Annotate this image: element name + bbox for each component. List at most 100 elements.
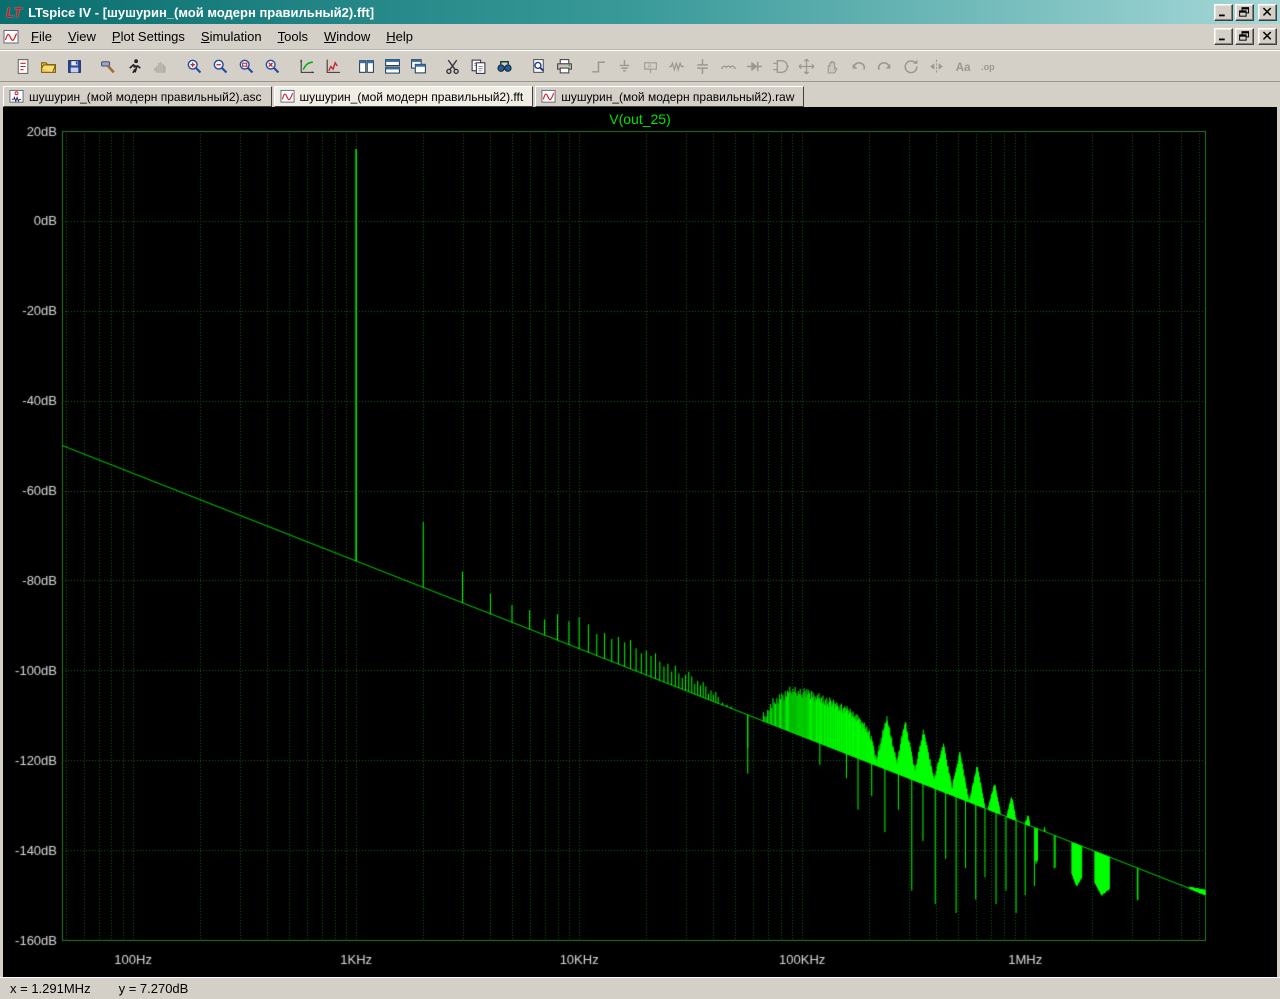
zoom-back-button[interactable] — [208, 54, 233, 78]
cascade-windows-button[interactable] — [406, 54, 431, 78]
plot-area: V(out_25) — [3, 107, 1277, 977]
redo-button — [872, 54, 897, 78]
cut-icon — [444, 58, 461, 75]
print-icon — [556, 58, 573, 75]
capacitor-button — [690, 54, 715, 78]
tile-vertical-icon — [358, 58, 375, 75]
toolbar-separator — [88, 54, 96, 78]
diode-button — [742, 54, 767, 78]
zoom-full-icon — [264, 58, 281, 75]
resistor-icon — [668, 58, 685, 75]
save-button[interactable] — [62, 54, 87, 78]
tile-horizontal-icon — [384, 58, 401, 75]
text-icon: Aa — [954, 58, 971, 75]
control-panel-icon — [100, 58, 117, 75]
restore-button[interactable] — [1235, 3, 1254, 21]
toolbar-separator — [286, 54, 294, 78]
undo-button — [846, 54, 871, 78]
halt-icon — [152, 58, 169, 75]
open-button[interactable] — [36, 54, 61, 78]
menu-simulation[interactable]: Simulation — [193, 26, 270, 47]
autorange-icon — [298, 58, 315, 75]
mirror-button — [924, 54, 949, 78]
new-schematic-icon — [14, 58, 31, 75]
tab-bar: шушурин_(мой модерн правильный2).asc шушу… — [0, 82, 1280, 107]
new-schematic-button[interactable] — [10, 54, 35, 78]
move-button — [794, 54, 819, 78]
run-button[interactable] — [122, 54, 147, 78]
zoom-area-button[interactable] — [234, 54, 259, 78]
tab-raw[interactable]: шушурин_(мой модерн правильный2).raw — [535, 86, 805, 107]
tab-label: шушурин_(мой модерн правильный2).fft — [299, 89, 524, 104]
menu-items: File View Plot Settings Simulation Tools Wind… — [23, 26, 421, 47]
trace-name[interactable]: V(out_25) — [3, 111, 1277, 127]
spice-directive-button: .op — [976, 54, 1001, 78]
ground-button — [612, 54, 637, 78]
copy-icon — [470, 58, 487, 75]
autorange-y-axis-button[interactable] — [294, 54, 319, 78]
menu-window[interactable]: Window — [316, 26, 378, 47]
plot-curve-icon — [324, 58, 341, 75]
zoom-in-button[interactable] — [182, 54, 207, 78]
zoom-area-icon — [238, 58, 255, 75]
control-panel-button[interactable] — [96, 54, 121, 78]
menu-view[interactable]: View — [60, 26, 104, 47]
toolbar-separator — [518, 54, 526, 78]
zoom-in-icon — [186, 58, 203, 75]
run-icon — [126, 58, 143, 75]
zoom-out-icon — [212, 58, 229, 75]
label-net-button: A — [638, 54, 663, 78]
fft-plot-canvas[interactable] — [3, 107, 1277, 977]
wire-button — [586, 54, 611, 78]
tile-vertically-button[interactable] — [354, 54, 379, 78]
tab-schematic[interactable]: шушурин_(мой модерн правильный2).asc — [3, 86, 272, 107]
menu-file[interactable]: File — [23, 26, 60, 47]
rotate-button — [898, 54, 923, 78]
inductor-icon — [720, 58, 737, 75]
halt-button — [148, 54, 173, 78]
ground-icon — [616, 58, 633, 75]
drag-icon — [824, 58, 841, 75]
zoom-full-extents-button[interactable] — [260, 54, 285, 78]
plot-settings-button[interactable] — [320, 54, 345, 78]
open-folder-icon — [40, 58, 57, 75]
menu-plot-settings[interactable]: Plot Settings — [104, 26, 193, 47]
minimize-button[interactable] — [1214, 3, 1233, 21]
child-minimize-button[interactable] — [1214, 28, 1233, 45]
close-button[interactable] — [1258, 3, 1277, 21]
title-bar: LT LTspice IV - [шушурин_(мой модерн пра… — [0, 0, 1280, 24]
waveform-icon — [280, 89, 295, 104]
waveform-icon — [541, 89, 556, 104]
find-button[interactable] — [492, 54, 517, 78]
wire-icon — [590, 58, 607, 75]
copy-button[interactable] — [466, 54, 491, 78]
svg-text:.op: .op — [981, 62, 995, 72]
menu-tools[interactable]: Tools — [270, 26, 316, 47]
print-preview-button[interactable] — [526, 54, 551, 78]
print-button[interactable] — [552, 54, 577, 78]
tab-fft[interactable]: шушурин_(мой модерн правильный2).fft — [273, 86, 534, 107]
redo-icon — [876, 58, 893, 75]
find-icon — [496, 58, 513, 75]
inductor-button — [716, 54, 741, 78]
component-button — [768, 54, 793, 78]
window-title: LTspice IV - [шушурин_(мой модерн правил… — [28, 4, 375, 20]
component-icon — [772, 58, 789, 75]
svg-text:Aa: Aa — [956, 60, 971, 73]
menu-help[interactable]: Help — [378, 26, 421, 47]
toolbar-separator — [578, 54, 586, 78]
cut-button[interactable] — [440, 54, 465, 78]
net-label-icon: A — [642, 58, 659, 75]
status-bar: x = 1.291MHz y = 7.270dB — [0, 977, 1280, 999]
toolbar-separator — [432, 54, 440, 78]
resistor-button — [664, 54, 689, 78]
tile-horizontally-button[interactable] — [380, 54, 405, 78]
diode-icon — [746, 58, 763, 75]
toolbar: A Aa .op — [0, 50, 1280, 82]
save-icon — [66, 58, 83, 75]
print-preview-icon — [530, 58, 547, 75]
child-restore-button[interactable] — [1235, 28, 1254, 45]
child-window-icon — [3, 29, 19, 45]
child-close-button[interactable] — [1258, 28, 1277, 45]
undo-icon — [850, 58, 867, 75]
